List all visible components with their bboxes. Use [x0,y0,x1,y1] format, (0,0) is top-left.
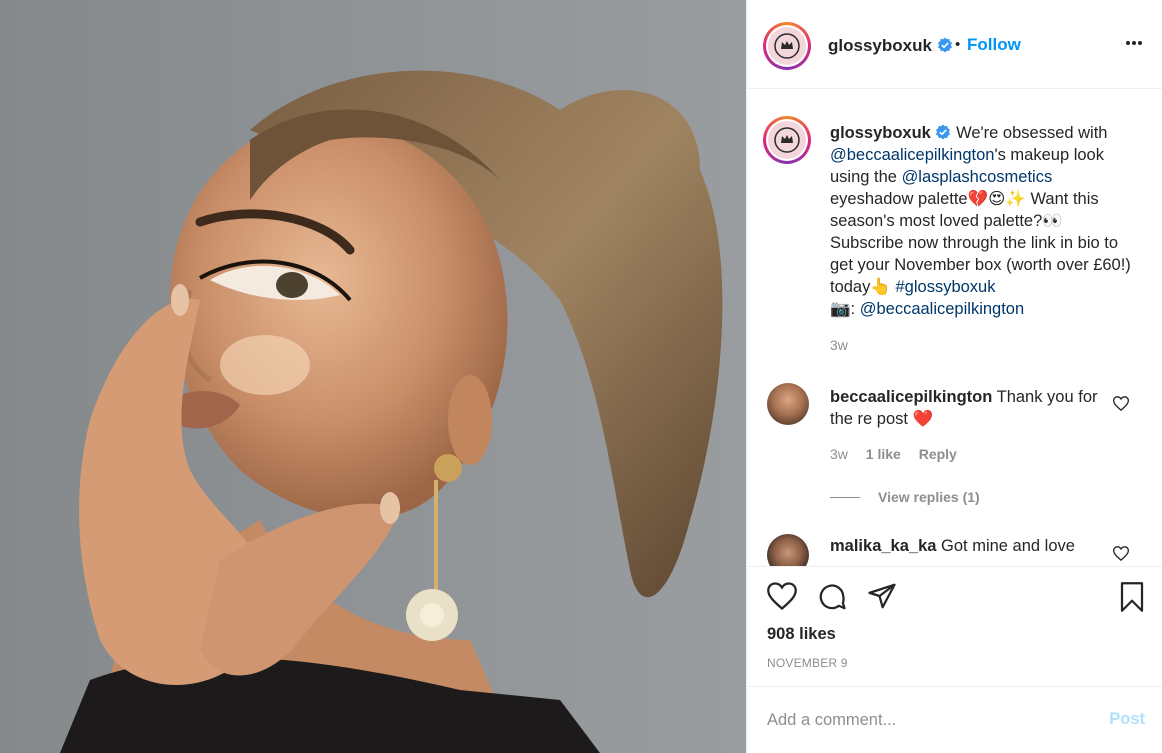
caption-timestamp[interactable]: 3w [830,337,848,353]
share-send-icon[interactable] [867,582,897,610]
follow-button[interactable]: Follow [967,35,1021,55]
post-actions: 908 likes NOVEMBER 9 [747,566,1162,686]
comment-meta: 3w 1 like Reply [830,446,971,462]
comment-body: beccaalicepilkington Thank you for the r… [830,386,1100,430]
portrait-illustration [0,0,746,753]
caption-mention-photo-credit[interactable]: @beccaalicepilkington [860,300,1024,318]
instagram-post-modal: glossyboxuk • Follow glossyboxuk We're o… [0,0,1162,753]
reply-button[interactable]: Reply [919,446,957,462]
more-options-icon[interactable] [1125,40,1143,46]
add-comment-input[interactable] [767,707,1087,733]
crown-logo-icon [774,33,800,59]
view-replies-line [830,497,860,498]
header-separator: • [955,36,961,53]
save-bookmark-icon[interactable] [1119,582,1145,612]
post-photo[interactable] [0,0,746,753]
verified-badge-icon [936,124,951,140]
comment-like-heart-icon[interactable] [1113,546,1129,561]
comment-avatar[interactable] [767,534,809,566]
post-header: glossyboxuk • Follow [747,0,1162,89]
caption-mention-becca[interactable]: @beccaalicepilkington [830,146,994,164]
caption-text-1: We're obsessed with [956,124,1108,142]
comment-bubble-icon[interactable] [817,582,847,612]
post-caption: glossyboxuk We're obsessed with @beccaal… [830,122,1140,320]
comment-timestamp[interactable]: 3w [830,446,848,462]
view-replies-button[interactable]: View replies (1) [830,489,980,505]
comment-body: malika_ka_ka Got mine and love [830,535,1100,557]
post-side-panel: glossyboxuk • Follow glossyboxuk We're o… [746,0,1162,753]
caption-avatar[interactable] [763,116,811,164]
caption-mention-lasplash[interactable]: @lasplashcosmetics [902,168,1053,186]
add-comment-bar: Post [747,686,1162,753]
like-heart-icon[interactable] [767,582,797,610]
caption-text-4: 📷: [830,300,860,318]
comment-avatar[interactable] [767,383,809,425]
post-date[interactable]: NOVEMBER 9 [767,656,848,670]
header-username-text[interactable]: glossyboxuk [828,36,932,55]
comment-username[interactable]: malika_ka_ka [830,537,936,555]
verified-badge-icon [937,37,952,53]
comments-section[interactable]: glossyboxuk We're obsessed with @beccaal… [747,90,1162,566]
comment-like-heart-icon[interactable] [1113,396,1129,411]
caption-hashtag[interactable]: #glossyboxuk [896,278,996,296]
comment-text: Got mine and love [941,537,1075,555]
comment-username[interactable]: beccaalicepilkington [830,388,992,406]
header-username[interactable]: glossyboxuk [828,36,953,56]
post-comment-button[interactable]: Post [1109,710,1145,729]
header-avatar[interactable] [763,22,811,70]
likes-count[interactable]: 908 likes [767,625,836,644]
view-replies-label[interactable]: View replies (1) [878,489,980,505]
crown-logo-icon [774,127,800,153]
comment-likes-count[interactable]: 1 like [866,446,901,462]
caption-username[interactable]: glossyboxuk [830,124,931,142]
